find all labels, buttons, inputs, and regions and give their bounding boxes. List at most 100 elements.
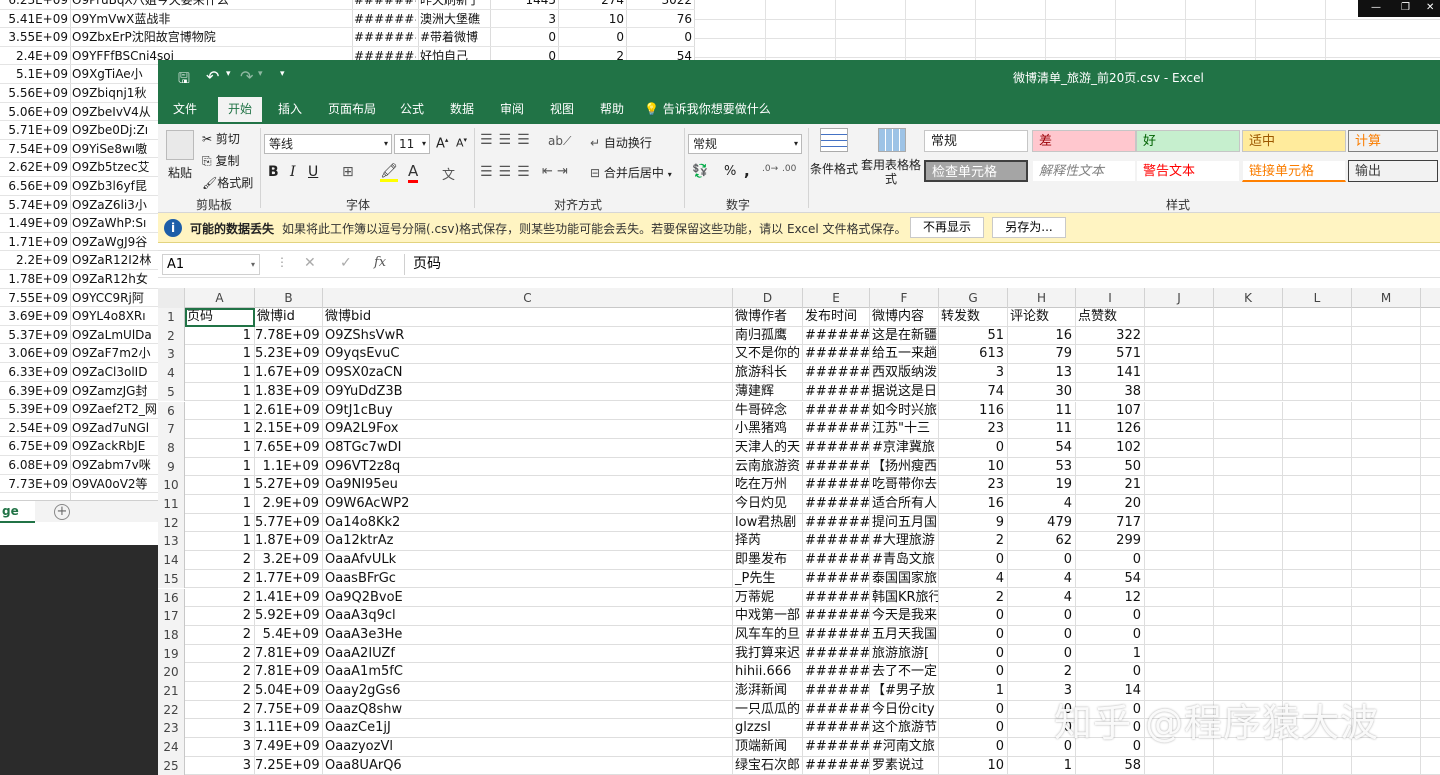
row-header[interactable]: 13 (158, 532, 185, 551)
cell-a[interactable]: 2 (185, 701, 255, 720)
cell-c[interactable]: OaaA1m5fC (323, 663, 733, 682)
col-header-c[interactable]: C (323, 288, 733, 308)
col-header-i[interactable]: I (1076, 288, 1145, 308)
cell-k[interactable] (1214, 327, 1283, 346)
cell-i[interactable]: 0 (1076, 626, 1145, 645)
style-check-cell[interactable]: 检查单元格 (924, 160, 1028, 182)
cell-m[interactable] (1352, 607, 1421, 626)
cell-i[interactable]: 0 (1076, 551, 1145, 570)
cell-c[interactable]: O9W6AcWP2 (323, 495, 733, 514)
cell-b[interactable]: 1.1E+09 (255, 458, 323, 477)
cell-k[interactable] (1214, 532, 1283, 551)
tab-view[interactable]: 视图 (544, 99, 580, 124)
restore-icon[interactable]: ❐ (1401, 0, 1410, 16)
cell-j[interactable] (1145, 458, 1214, 477)
cell-m[interactable] (1352, 345, 1421, 364)
minimize-icon[interactable]: — (1371, 0, 1381, 16)
decimal-decrease-icon[interactable]: .00 (782, 164, 796, 174)
font-name-box[interactable]: 等线▾ (264, 134, 392, 154)
cell-e[interactable]: ####### (803, 495, 870, 514)
bold-button[interactable]: B (268, 164, 279, 180)
row-header[interactable]: 7 (158, 420, 185, 439)
cell-f[interactable]: 微博内容 (870, 308, 939, 327)
cell-f[interactable]: 适合所有人 (870, 495, 939, 514)
cell-g[interactable]: 2 (939, 532, 1008, 551)
cell-c[interactable]: Oa9NI95eu (323, 476, 733, 495)
cell-b[interactable]: 5.23E+09 (255, 345, 323, 364)
cell-f[interactable]: #大理旅游 (870, 532, 939, 551)
row-header[interactable]: 1 (158, 308, 185, 327)
cell-i[interactable]: 20 (1076, 495, 1145, 514)
cell-f[interactable]: 旅游旅游[ (870, 645, 939, 664)
cell-j[interactable] (1145, 570, 1214, 589)
cell-j[interactable] (1145, 402, 1214, 421)
cell-a[interactable]: 1 (185, 439, 255, 458)
col-header-f[interactable]: F (870, 288, 939, 308)
cell-e[interactable]: ####### (803, 551, 870, 570)
cell-h[interactable]: 0 (1008, 607, 1076, 626)
cell-b[interactable]: 2.15E+09 (255, 420, 323, 439)
cell-c[interactable]: O9ZShsVwR (323, 327, 733, 346)
cell-j[interactable] (1145, 663, 1214, 682)
cell-d[interactable]: _P先生 (733, 570, 803, 589)
style-output[interactable]: 输出 (1348, 160, 1438, 182)
cell-a[interactable]: 1 (185, 345, 255, 364)
cell-a[interactable]: 2 (185, 570, 255, 589)
currency-icon[interactable]: 💱 (692, 164, 708, 179)
style-linked-cell[interactable]: 链接单元格 (1242, 160, 1346, 182)
cell-i[interactable]: 107 (1076, 402, 1145, 421)
dont-show-again-button[interactable]: 不再显示 (910, 217, 984, 238)
style-normal[interactable]: 常规 (924, 130, 1028, 152)
cell-h[interactable]: 0 (1008, 645, 1076, 664)
cell-k[interactable] (1214, 757, 1283, 775)
cell-e[interactable]: ####### (803, 607, 870, 626)
cell-a[interactable]: 3 (185, 719, 255, 738)
horizontal-align-icons[interactable]: ☰☰☰ (480, 164, 536, 180)
cell-e[interactable]: ####### (803, 439, 870, 458)
conditional-formatting-icon[interactable] (820, 128, 848, 152)
cell-e[interactable]: ####### (803, 476, 870, 495)
cell-d[interactable]: 南归孤鹰 (733, 327, 803, 346)
cell-e[interactable]: ####### (803, 757, 870, 775)
cell-k[interactable] (1214, 495, 1283, 514)
cell-a[interactable]: 2 (185, 682, 255, 701)
cell-l[interactable] (1283, 645, 1352, 664)
cell-b[interactable]: 5.4E+09 (255, 626, 323, 645)
cell-k[interactable] (1214, 439, 1283, 458)
cell-i[interactable]: 58 (1076, 757, 1145, 775)
cell-g[interactable]: 0 (939, 719, 1008, 738)
cut-button[interactable]: ✂ 剪切 (202, 130, 240, 147)
cell-f[interactable]: 泰国国家旅 (870, 570, 939, 589)
cell-b[interactable]: 7.78E+09 (255, 327, 323, 346)
cell-k[interactable] (1214, 607, 1283, 626)
cell-g[interactable]: 10 (939, 757, 1008, 775)
italic-button[interactable]: I (290, 164, 296, 180)
font-shrink-icon[interactable]: A▾ (456, 136, 467, 150)
cell-b[interactable]: 7.65E+09 (255, 439, 323, 458)
percent-button[interactable]: % (724, 164, 736, 179)
cell-k[interactable] (1214, 551, 1283, 570)
select-all-corner[interactable] (158, 288, 185, 308)
cell-h[interactable]: 19 (1008, 476, 1076, 495)
cell-e[interactable]: ####### (803, 327, 870, 346)
cell-d[interactable]: 一只瓜瓜的 (733, 701, 803, 720)
save-as-button[interactable]: 另存为... (992, 217, 1066, 238)
cell-d[interactable]: 风车车的旦 (733, 626, 803, 645)
cell-j[interactable] (1145, 476, 1214, 495)
cell-a[interactable]: 2 (185, 663, 255, 682)
cell-l[interactable] (1283, 327, 1352, 346)
cell-l[interactable] (1283, 364, 1352, 383)
cell-a[interactable]: 1 (185, 495, 255, 514)
cell-h[interactable]: 评论数 (1008, 308, 1076, 327)
cell-g[interactable]: 23 (939, 420, 1008, 439)
row-header[interactable]: 19 (158, 645, 185, 664)
cell-i[interactable]: 点赞数 (1076, 308, 1145, 327)
number-format-box[interactable]: 常规▾ (688, 134, 802, 154)
cell-k[interactable] (1214, 589, 1283, 608)
cell-l[interactable] (1283, 607, 1352, 626)
row-header[interactable]: 21 (158, 682, 185, 701)
row-header[interactable]: 14 (158, 551, 185, 570)
cell-c[interactable]: O96VT2z8q (323, 458, 733, 477)
cell-e[interactable]: ####### (803, 458, 870, 477)
paste-button[interactable]: 粘贴 (168, 164, 192, 181)
